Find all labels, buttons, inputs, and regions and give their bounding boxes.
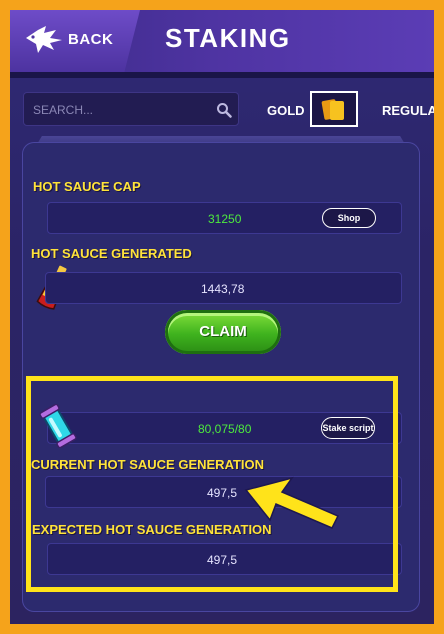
search-box[interactable] bbox=[23, 92, 239, 127]
hot-sauce-cap-row: 31250 Shop bbox=[47, 202, 402, 234]
search-icon[interactable] bbox=[216, 102, 232, 118]
game-frame: BACK STAKING GOLD REGULA HOT SAUCE CAP 3… bbox=[10, 10, 434, 624]
hot-sauce-cap-label: HOT SAUCE CAP bbox=[33, 179, 141, 194]
hot-sauce-generated-label: HOT SAUCE GENERATED bbox=[31, 246, 192, 261]
claim-button[interactable]: CLAIM bbox=[165, 310, 281, 354]
highlight-box bbox=[26, 376, 398, 592]
hot-sauce-generated-value: 1443,78 bbox=[201, 282, 245, 296]
back-button[interactable]: BACK bbox=[10, 10, 140, 72]
top-bar-shadow bbox=[10, 72, 434, 78]
arrow-pointer-icon bbox=[244, 476, 340, 529]
hot-sauce-generated-row: 1443,78 bbox=[45, 272, 402, 304]
page-title: STAKING bbox=[165, 23, 291, 53]
shop-button[interactable]: Shop bbox=[322, 208, 376, 228]
hot-sauce-cap-value: 31250 bbox=[208, 212, 242, 226]
claim-label: CLAIM bbox=[199, 323, 247, 340]
tab-regular[interactable]: REGULA bbox=[382, 103, 434, 118]
fish-icon bbox=[26, 26, 62, 53]
gold-filter-toggle[interactable] bbox=[310, 91, 358, 127]
cards-icon bbox=[321, 99, 344, 120]
search-input[interactable] bbox=[31, 93, 205, 127]
tab-gold[interactable]: GOLD bbox=[267, 103, 305, 118]
back-label: BACK bbox=[68, 31, 114, 48]
